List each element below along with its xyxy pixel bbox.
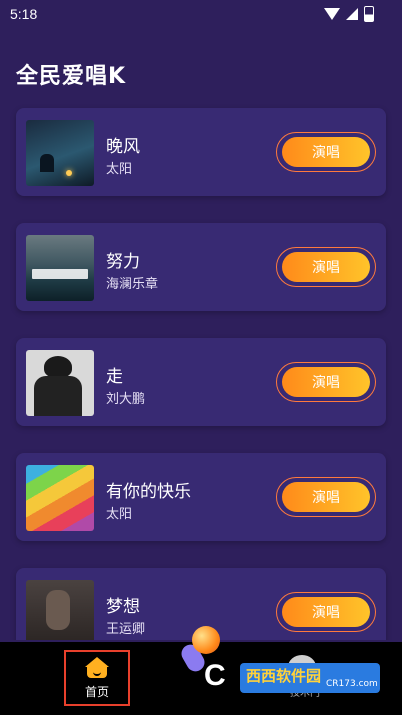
watermark-logo-letter: C <box>204 659 226 692</box>
song-cover <box>26 350 94 416</box>
song-title: 晚风 <box>106 137 140 157</box>
watermark-logo: 西西软件园 CR173.com C <box>204 657 382 697</box>
song-cover <box>26 235 94 301</box>
sing-button-label: 演唱 <box>282 137 370 167</box>
sing-button[interactable]: 演唱 <box>276 477 376 517</box>
song-card[interactable]: 有你的快乐 太阳 演唱 <box>16 453 386 541</box>
song-artist: 太阳 <box>106 162 133 177</box>
home-icon <box>84 656 110 679</box>
song-title: 有你的快乐 <box>106 482 191 502</box>
sing-button[interactable]: 演唱 <box>276 247 376 287</box>
song-title: 努力 <box>106 252 140 272</box>
song-cover <box>26 120 94 186</box>
sing-button-label: 演唱 <box>282 482 370 512</box>
song-artist: 海澜乐章 <box>106 277 159 292</box>
nav-home-label: 首页 <box>84 684 109 699</box>
sing-button-label: 演唱 <box>282 367 370 397</box>
song-list[interactable]: 晚风 太阳 演唱 努力 海澜乐章 演唱 走 刘大鹏 演唱 有你的快乐 太阳 演唱… <box>0 0 402 640</box>
watermark-url: CR173.com <box>326 679 378 689</box>
song-card[interactable]: 走 刘大鹏 演唱 <box>16 338 386 426</box>
song-card[interactable]: 晚风 太阳 演唱 <box>16 108 386 196</box>
song-artist: 太阳 <box>106 507 133 522</box>
sing-button[interactable]: 演唱 <box>276 132 376 172</box>
sing-button-label: 演唱 <box>282 597 370 627</box>
song-title: 梦想 <box>106 597 140 617</box>
watermark-name: 西西软件园 <box>246 667 322 685</box>
song-card[interactable]: 努力 海澜乐章 演唱 <box>16 223 386 311</box>
sing-button-label: 演唱 <box>282 252 370 282</box>
watermark-banner: 西西软件园 CR173.com <box>240 663 380 693</box>
song-title: 走 <box>106 367 123 387</box>
song-artist: 王运卿 <box>106 622 146 637</box>
song-cover <box>26 580 94 640</box>
nav-home-tab[interactable]: 首页 <box>64 650 130 706</box>
song-cover <box>26 465 94 531</box>
song-artist: 刘大鹏 <box>106 392 146 407</box>
sing-button[interactable]: 演唱 <box>276 592 376 632</box>
sing-button[interactable]: 演唱 <box>276 362 376 402</box>
